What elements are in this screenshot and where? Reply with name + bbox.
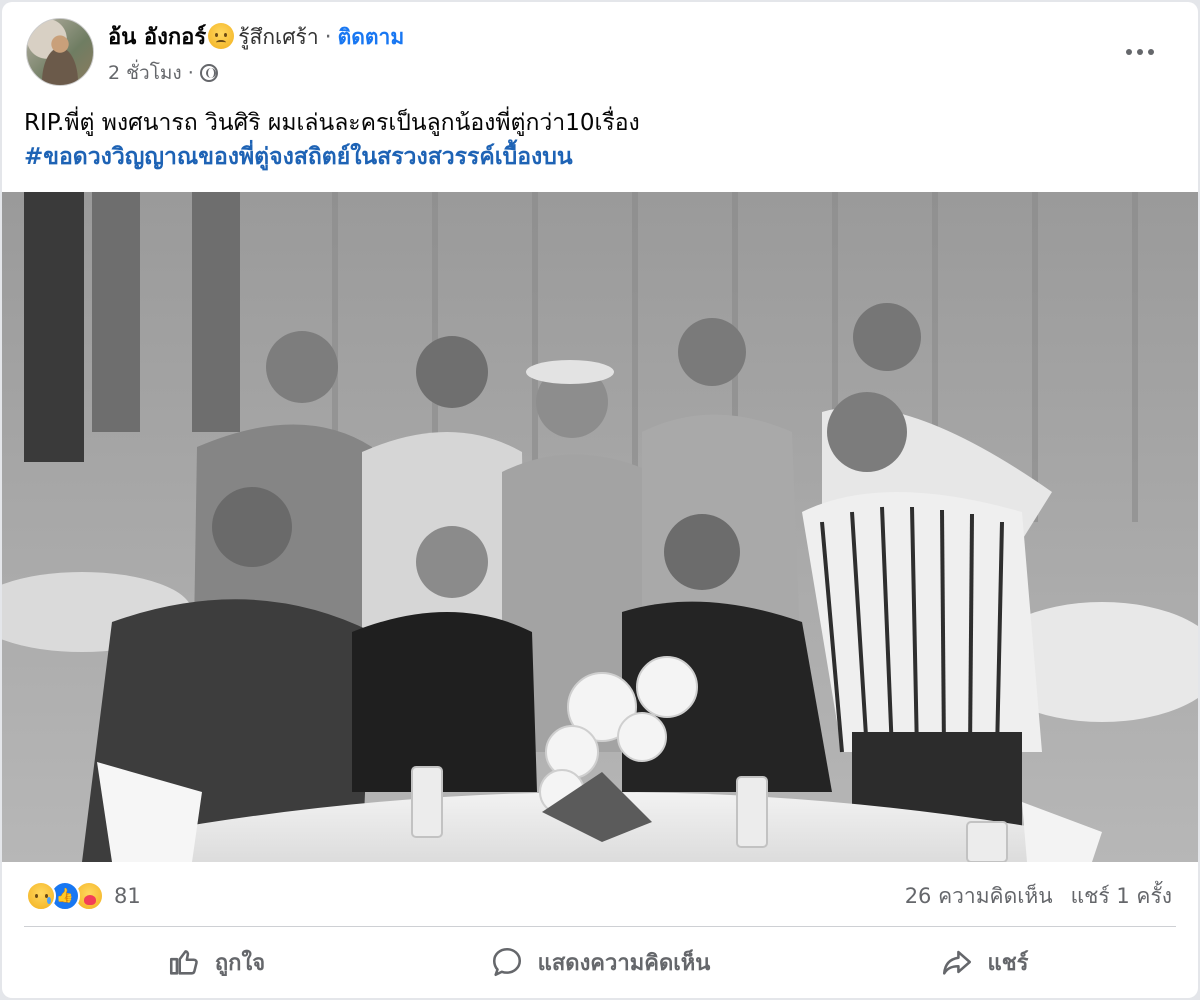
comment-label: แสดงความคิดเห็น — [537, 950, 711, 976]
share-count[interactable]: แชร์ 1 ครั้ง — [1071, 884, 1172, 908]
comment-icon — [492, 947, 521, 977]
comment-count[interactable]: 26 ความคิดเห็น — [905, 884, 1053, 908]
share-button[interactable]: แชร์ — [792, 930, 1176, 994]
reaction-summary[interactable]: 👍 81 — [26, 876, 141, 916]
post-body: RIP.พี่ตู่ พงศนารถ วินศิริ ผมเล่นละครเป็… — [24, 106, 640, 174]
share-arrow-icon — [942, 950, 971, 975]
post-photo[interactable] — [2, 192, 1198, 862]
group-photo-illustration — [2, 192, 1198, 862]
author-avatar[interactable] — [26, 18, 94, 86]
post-card: อ้น อังกอร์ รู้สึกเศร้า · ติดตาม 2 ชั่วโมง … — [2, 2, 1198, 998]
author-name[interactable]: อ้น อังกอร์ — [108, 25, 206, 50]
divider — [24, 926, 1176, 927]
action-bar: ถูกใจ แสดงความคิดเห็น แชร์ — [24, 930, 1176, 994]
like-button[interactable]: ถูกใจ — [24, 930, 408, 994]
reaction-count[interactable]: 81 — [114, 884, 141, 908]
follow-button[interactable]: ติดตาม — [338, 25, 405, 49]
separator-dot: · — [324, 25, 332, 50]
post-stats: 26 ความคิดเห็น แชร์ 1 ครั้ง — [905, 880, 1172, 913]
share-label: แชร์ — [987, 950, 1029, 976]
post-meta: 2 ชั่วโมง · — [108, 58, 218, 88]
globe-icon — [199, 64, 218, 82]
post-body-line: RIP.พี่ตู่ พงศนารถ วินศิริ ผมเล่นละครเป็… — [24, 110, 640, 136]
hashtag-link[interactable]: #ขอดวงวิญญาณของพี่ตู่จงสถิตย์ในสรวงสวรรค… — [24, 140, 640, 174]
author-line: อ้น อังกอร์ รู้สึกเศร้า · ติดตาม — [108, 22, 404, 53]
more-options-icon[interactable] — [1120, 32, 1160, 72]
like-label: ถูกใจ — [214, 950, 266, 976]
comment-button[interactable]: แสดงความคิดเห็น — [408, 930, 792, 994]
feeling-text: รู้สึกเศร้า — [238, 25, 319, 49]
sad-reaction-icon — [26, 881, 56, 911]
sad-feeling-icon — [208, 23, 235, 49]
thumbs-up-icon — [169, 950, 198, 975]
post-header: อ้น อังกอร์ รู้สึกเศร้า · ติดตาม 2 ชั่วโมง … — [2, 2, 1198, 98]
post-timestamp[interactable]: 2 ชั่วโมง · — [108, 62, 194, 84]
